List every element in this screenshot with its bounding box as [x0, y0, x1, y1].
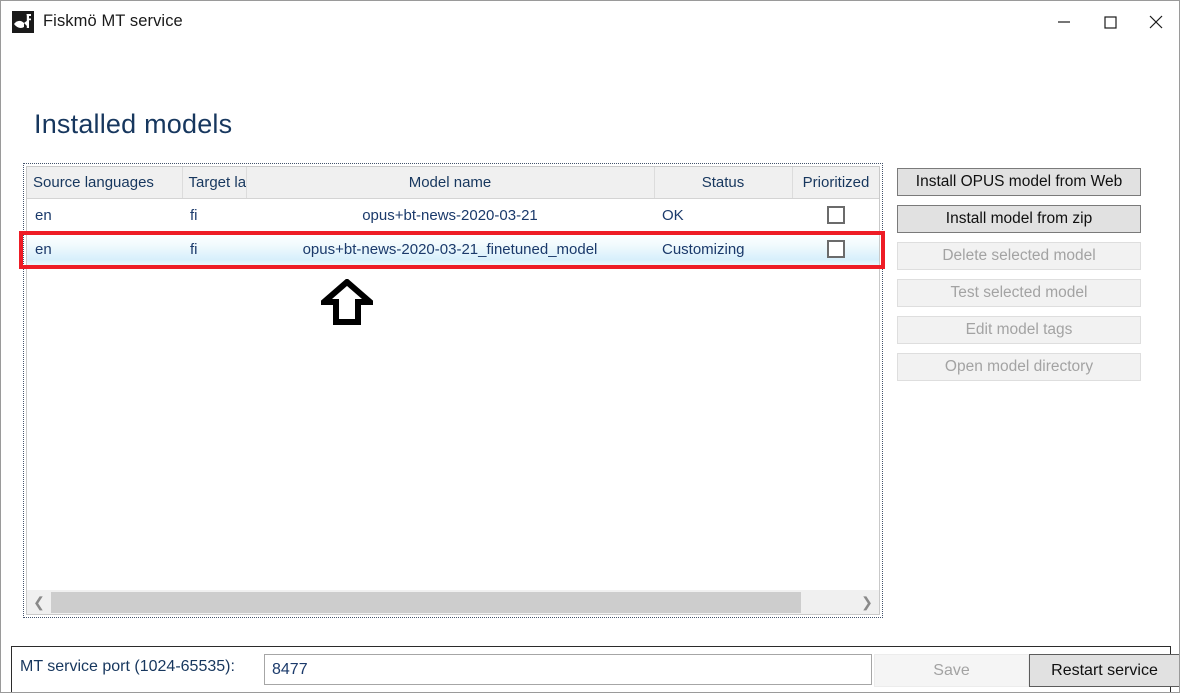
open-model-directory-button[interactable]: Open model directory — [897, 353, 1141, 381]
application-window: Fiskmö MT service Installed models Sourc… — [0, 0, 1180, 693]
cell-source-language: en — [27, 232, 182, 266]
installed-models-grid-focus: Source languages Target la Model name St… — [23, 163, 883, 618]
chevron-right-icon[interactable]: ❯ — [855, 591, 879, 614]
mt-service-port-group: MT service port (1024-65535): Save Resta… — [11, 646, 1179, 692]
delete-selected-model-button[interactable]: Delete selected model — [897, 242, 1141, 270]
column-header-status[interactable]: Status — [654, 167, 793, 199]
prioritized-checkbox[interactable] — [827, 240, 845, 259]
scrollbar-thumb[interactable] — [51, 592, 801, 613]
scrollbar-track[interactable] — [801, 591, 855, 614]
cell-status: Customizing — [654, 232, 792, 266]
column-header-source-languages[interactable]: Source languages — [27, 167, 183, 199]
chevron-left-icon[interactable]: ❮ — [27, 591, 51, 614]
window-controls — [1041, 1, 1179, 43]
maximize-icon[interactable] — [1087, 1, 1133, 43]
table-row[interactable]: en fi opus+bt-news-2020-03-21 OK — [27, 198, 879, 232]
prioritized-checkbox[interactable] — [827, 206, 845, 225]
title-bar: Fiskmö MT service — [1, 1, 1179, 43]
port-input[interactable] — [264, 654, 872, 685]
table-row[interactable]: en fi opus+bt-news-2020-03-21_finetuned_… — [27, 232, 879, 266]
model-table: Source languages Target la Model name St… — [27, 167, 879, 267]
cell-target-language: fi — [182, 232, 246, 266]
column-header-prioritized[interactable]: Prioritized — [792, 167, 879, 199]
cell-status: OK — [654, 198, 792, 232]
install-model-from-zip-button[interactable]: Install model from zip — [897, 205, 1141, 233]
horizontal-scrollbar[interactable]: ❮ ❯ — [27, 590, 879, 614]
fiskmo-logo-icon — [12, 10, 34, 33]
save-button[interactable]: Save — [874, 654, 1029, 687]
column-header-model-name[interactable]: Model name — [246, 167, 655, 199]
install-opus-model-from-web-button[interactable]: Install OPUS model from Web — [897, 168, 1141, 196]
cell-prioritized — [792, 232, 879, 266]
window-title: Fiskmö MT service — [43, 12, 183, 30]
cell-source-language: en — [27, 198, 182, 232]
cell-target-language: fi — [182, 198, 246, 232]
cell-model-name: opus+bt-news-2020-03-21 — [246, 198, 654, 232]
content-area: Installed models Source languages Target… — [1, 43, 1179, 692]
edit-model-tags-button[interactable]: Edit model tags — [897, 316, 1141, 344]
column-header-target-languages[interactable]: Target la — [182, 167, 247, 199]
installed-models-grid[interactable]: Source languages Target la Model name St… — [26, 166, 880, 615]
port-label: MT service port (1024-65535): — [20, 658, 235, 675]
cell-prioritized — [792, 198, 879, 232]
restart-service-button[interactable]: Restart service — [1029, 654, 1179, 687]
minimize-icon[interactable] — [1041, 1, 1087, 43]
test-selected-model-button[interactable]: Test selected model — [897, 279, 1141, 307]
page-title: Installed models — [34, 109, 233, 139]
cell-model-name: opus+bt-news-2020-03-21_finetuned_model — [246, 232, 654, 266]
table-header-row: Source languages Target la Model name St… — [27, 167, 879, 199]
close-icon[interactable] — [1133, 1, 1179, 43]
model-actions-panel: Install OPUS model from Web Install mode… — [897, 168, 1141, 390]
